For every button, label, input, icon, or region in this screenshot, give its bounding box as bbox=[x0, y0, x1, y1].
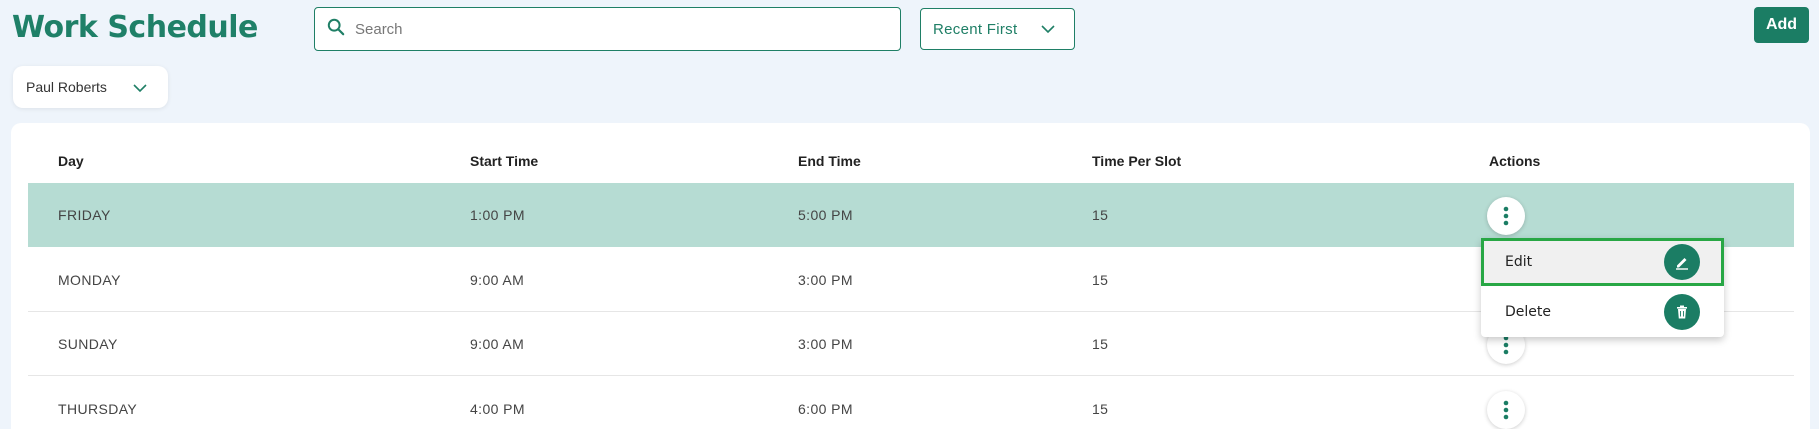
cell-time-per-slot: 15 bbox=[1092, 336, 1109, 352]
edit-button[interactable] bbox=[1664, 244, 1700, 280]
more-vertical-icon bbox=[1503, 400, 1509, 420]
column-header-end-time: End Time bbox=[798, 153, 861, 169]
cell-end-time: 5:00 PM bbox=[798, 207, 853, 223]
sort-select[interactable]: Recent First bbox=[920, 8, 1075, 50]
cell-end-time: 3:00 PM bbox=[798, 336, 853, 352]
cell-time-per-slot: 15 bbox=[1092, 207, 1109, 223]
cell-day: SUNDAY bbox=[58, 336, 118, 352]
table-row[interactable]: THURSDAY 4:00 PM 6:00 PM 15 bbox=[28, 377, 1794, 429]
column-header-actions: Actions bbox=[1489, 153, 1541, 169]
more-vertical-icon bbox=[1503, 335, 1509, 355]
trash-icon bbox=[1677, 305, 1687, 319]
cell-day: FRIDAY bbox=[58, 207, 111, 223]
user-select[interactable]: Paul Roberts bbox=[13, 66, 168, 108]
edit-menu-label: Edit bbox=[1505, 254, 1533, 270]
cell-day: THURSDAY bbox=[58, 401, 138, 417]
row-actions-menu: Edit Delete bbox=[1481, 238, 1724, 337]
search-icon bbox=[327, 18, 345, 41]
column-header-time-per-slot: Time Per Slot bbox=[1092, 153, 1182, 169]
chevron-down-icon bbox=[1041, 25, 1055, 34]
more-vertical-icon bbox=[1503, 206, 1509, 226]
column-header-day: Day bbox=[58, 153, 84, 169]
page-title: Work Schedule bbox=[12, 10, 258, 45]
pencil-icon bbox=[1676, 258, 1688, 270]
cell-time-per-slot: 15 bbox=[1092, 401, 1109, 417]
chevron-down-icon bbox=[133, 84, 147, 93]
row-actions-button[interactable] bbox=[1487, 197, 1525, 235]
edit-menu-item[interactable]: Edit bbox=[1481, 238, 1724, 286]
cell-start-time: 9:00 AM bbox=[470, 272, 525, 288]
cell-start-time: 9:00 AM bbox=[470, 336, 525, 352]
add-button[interactable]: Add bbox=[1754, 7, 1809, 43]
cell-day: MONDAY bbox=[58, 272, 121, 288]
search-box[interactable] bbox=[314, 7, 901, 51]
cell-start-time: 1:00 PM bbox=[470, 207, 525, 223]
search-input[interactable] bbox=[355, 20, 875, 38]
row-actions-button[interactable] bbox=[1487, 391, 1525, 429]
user-select-value: Paul Roberts bbox=[26, 79, 107, 95]
delete-menu-label: Delete bbox=[1505, 304, 1551, 320]
cell-end-time: 3:00 PM bbox=[798, 272, 853, 288]
cell-time-per-slot: 15 bbox=[1092, 272, 1109, 288]
cell-end-time: 6:00 PM bbox=[798, 401, 853, 417]
delete-menu-item[interactable]: Delete bbox=[1481, 288, 1724, 336]
delete-button[interactable] bbox=[1664, 294, 1700, 330]
cell-start-time: 4:00 PM bbox=[470, 401, 525, 417]
column-header-start-time: Start Time bbox=[470, 153, 539, 169]
sort-select-value: Recent First bbox=[933, 20, 1018, 38]
